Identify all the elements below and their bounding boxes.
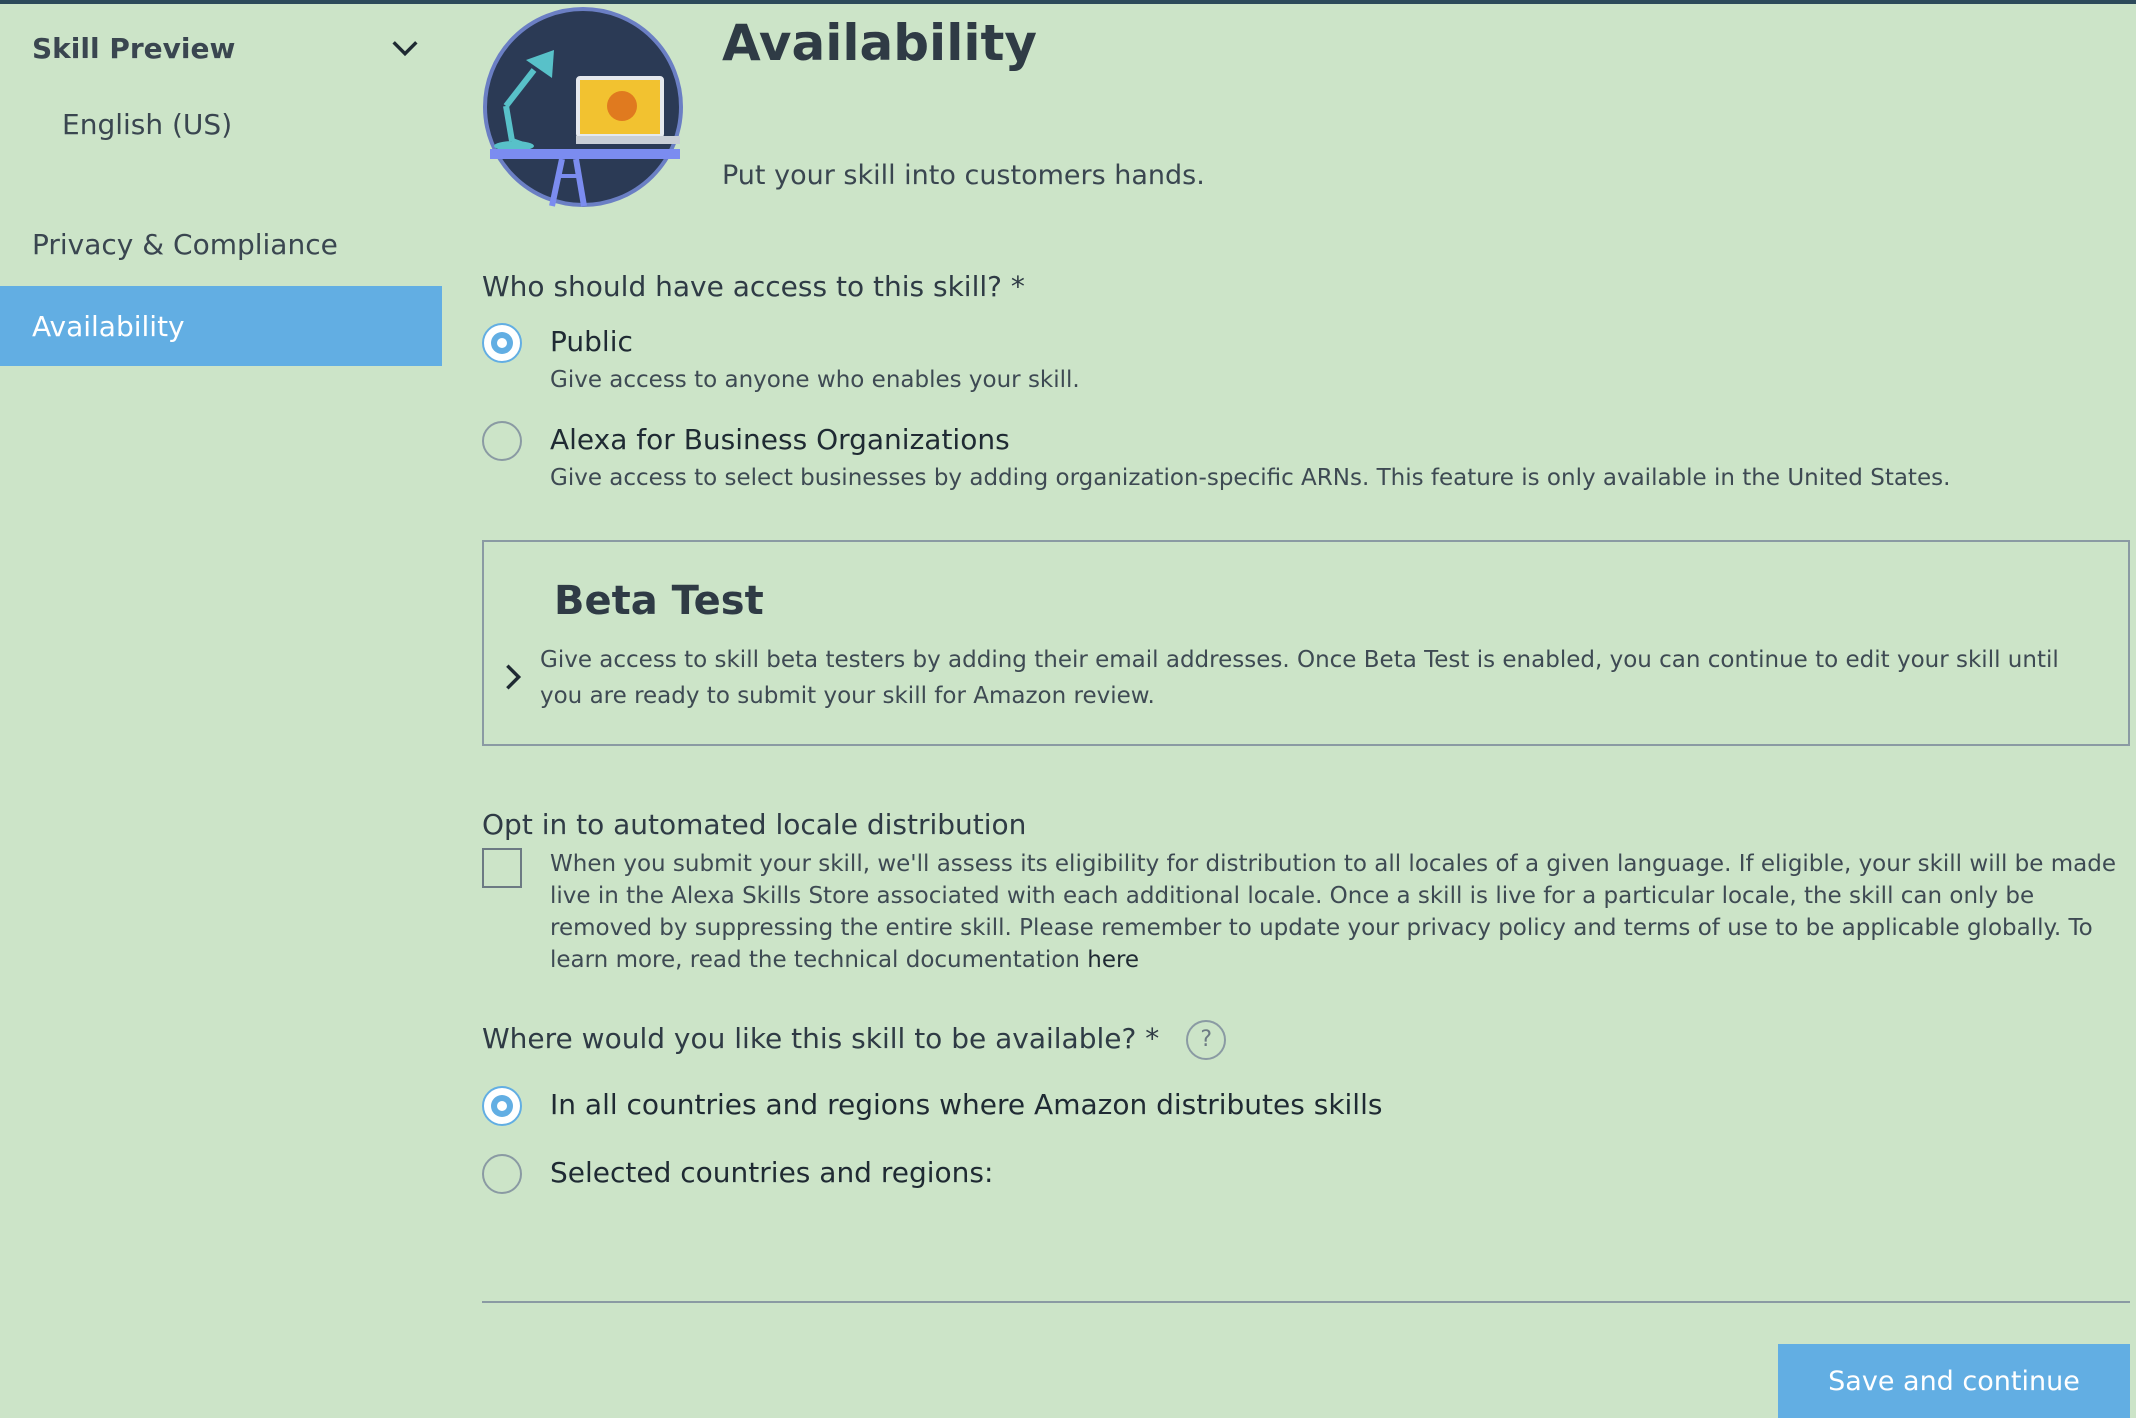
help-icon[interactable]: ?: [1186, 1020, 1227, 1060]
regions-question-text: Where would you like this skill to be av…: [482, 1022, 1160, 1055]
regions-option-all[interactable]: In all countries and regions where Amazo…: [482, 1086, 1382, 1126]
footer-divider: [482, 1301, 2130, 1303]
page-title: Availability: [722, 14, 1037, 72]
radio-all-regions[interactable]: [482, 1086, 522, 1126]
radio-selected-regions-label: Selected countries and regions:: [550, 1156, 994, 1189]
radio-all-regions-label: In all countries and regions where Amazo…: [550, 1088, 1383, 1121]
sidebar-section-label: Skill Preview: [32, 31, 236, 65]
regions-question: Where would you like this skill to be av…: [482, 1020, 1227, 1060]
locale-description-text: When you submit your skill, we'll assess…: [550, 851, 2116, 973]
locale-distribution-label: Opt in to automated locale distribution: [482, 808, 1027, 841]
beta-test-title: Beta Test: [554, 578, 764, 624]
radio-business[interactable]: [482, 421, 522, 461]
beta-test-description: Give access to skill beta testers by add…: [540, 647, 2059, 709]
desk-illustration: [483, 7, 683, 207]
beta-test-panel[interactable]: Beta Test Give access to skill beta test…: [482, 540, 2130, 746]
access-option-public[interactable]: Public Give access to anyone who enables…: [482, 323, 1080, 395]
radio-selected-regions[interactable]: [482, 1154, 522, 1194]
page-subtitle: Put your skill into customers hands.: [722, 160, 1205, 191]
sidebar-item-availability[interactable]: Availability: [0, 286, 442, 366]
sidebar-item-english-us[interactable]: English (US): [62, 108, 232, 141]
radio-public[interactable]: [482, 323, 522, 363]
radio-public-description: Give access to anyone who enables your s…: [550, 367, 1080, 393]
radio-public-label: Public: [550, 325, 633, 358]
sidebar: Skill Preview English (US) Privacy & Com…: [0, 0, 442, 1418]
sidebar-section-skill-preview[interactable]: Skill Preview: [32, 28, 422, 68]
documentation-link[interactable]: here: [1087, 947, 1139, 973]
main-content: Availability Put your skill into custome…: [482, 0, 2130, 1418]
radio-business-description: Give access to select businesses by addi…: [550, 465, 1951, 491]
chevron-down-icon: [392, 41, 418, 57]
sidebar-item-privacy-compliance[interactable]: Privacy & Compliance: [32, 228, 338, 261]
sidebar-item-label: Availability: [32, 309, 185, 343]
locale-distribution-description: When you submit your skill, we'll assess…: [550, 848, 2130, 976]
radio-business-label: Alexa for Business Organizations: [550, 423, 1010, 456]
access-option-business[interactable]: Alexa for Business Organizations Give ac…: [482, 421, 1950, 493]
regions-option-selected[interactable]: Selected countries and regions:: [482, 1154, 993, 1194]
chevron-right-icon[interactable]: [496, 660, 530, 694]
access-question: Who should have access to this skill? *: [482, 270, 1025, 303]
locale-distribution-checkbox[interactable]: [482, 848, 522, 888]
save-and-continue-button[interactable]: Save and continue: [1778, 1344, 2130, 1418]
